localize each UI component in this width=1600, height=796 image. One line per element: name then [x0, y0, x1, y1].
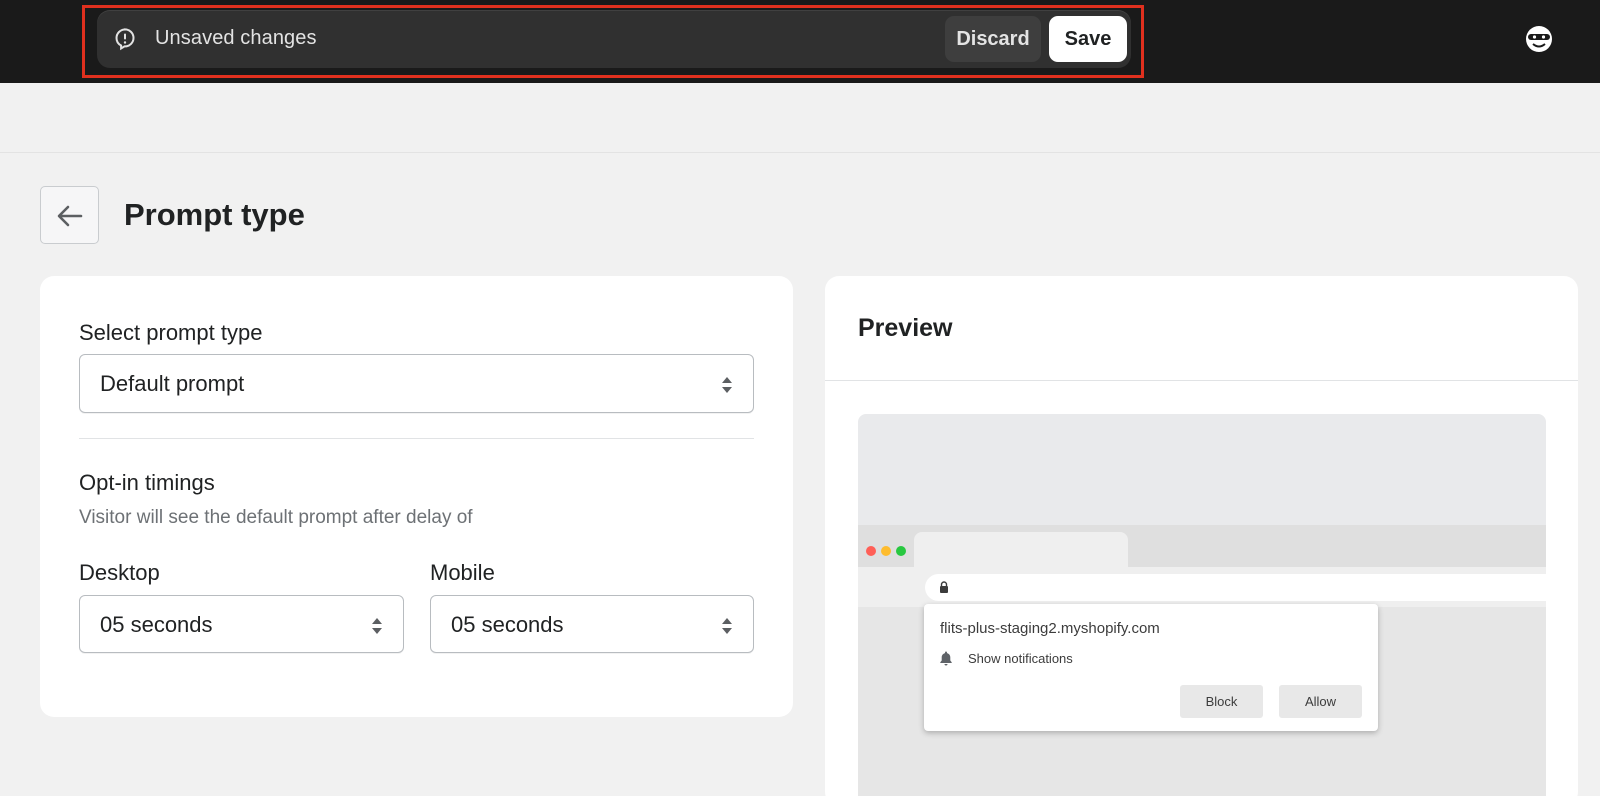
- top-bar: Unsaved changes Discard Save: [0, 0, 1600, 83]
- maximize-dot-icon: [896, 546, 906, 556]
- select-arrows-icon: [722, 618, 732, 634]
- prompt-type-select[interactable]: Default prompt: [79, 354, 754, 413]
- preview-title: Preview: [858, 314, 953, 342]
- alert-icon: [115, 28, 135, 51]
- prompt-type-value: Default prompt: [100, 371, 245, 396]
- browser-tab-strip: [858, 525, 1546, 567]
- page-title: Prompt type: [124, 197, 305, 232]
- prompt-type-label: Select prompt type: [79, 320, 263, 345]
- arrow-left-icon: [57, 205, 83, 227]
- bell-icon: [940, 651, 952, 666]
- back-button[interactable]: [40, 186, 99, 244]
- desktop-delay-select[interactable]: 05 seconds: [79, 595, 404, 653]
- mobile-delay-value: 05 seconds: [451, 612, 564, 637]
- notification-permission-popup: flits-plus-staging2.myshopify.com Show n…: [924, 604, 1378, 731]
- allow-button: Allow: [1279, 685, 1362, 718]
- opt-in-heading: Opt-in timings: [79, 470, 215, 495]
- unsaved-changes-label: Unsaved changes: [155, 27, 317, 49]
- popup-domain: flits-plus-staging2.myshopify.com: [940, 620, 1160, 637]
- preview-card: Preview flits-plus-staging2.myshopify.co…: [825, 276, 1578, 796]
- divider: [825, 380, 1578, 381]
- close-dot-icon: [866, 546, 876, 556]
- sub-header: [0, 83, 1600, 153]
- avatar[interactable]: [1524, 24, 1554, 54]
- discard-button[interactable]: Discard: [945, 16, 1041, 62]
- opt-in-helper: Visitor will see the default prompt afte…: [79, 507, 473, 528]
- browser-toolbar: [858, 567, 1546, 607]
- desktop-delay-value: 05 seconds: [100, 612, 213, 637]
- settings-card: Select prompt type Default prompt Opt-in…: [40, 276, 793, 717]
- select-arrows-icon: [722, 377, 732, 393]
- select-arrows-icon: [372, 618, 382, 634]
- lock-icon: [940, 581, 948, 593]
- save-button[interactable]: Save: [1049, 16, 1127, 62]
- address-bar: [925, 574, 1546, 601]
- contextual-save-bar: Unsaved changes Discard Save: [97, 10, 1131, 68]
- minimize-dot-icon: [881, 546, 891, 556]
- block-button: Block: [1180, 685, 1263, 718]
- popup-notification-text: Show notifications: [968, 651, 1073, 666]
- desktop-label: Desktop: [79, 560, 160, 585]
- browser-preview: flits-plus-staging2.myshopify.com Show n…: [858, 414, 1546, 796]
- mobile-label: Mobile: [430, 560, 495, 585]
- browser-tab: [914, 532, 1128, 567]
- mobile-delay-select[interactable]: 05 seconds: [430, 595, 754, 653]
- divider: [79, 438, 754, 439]
